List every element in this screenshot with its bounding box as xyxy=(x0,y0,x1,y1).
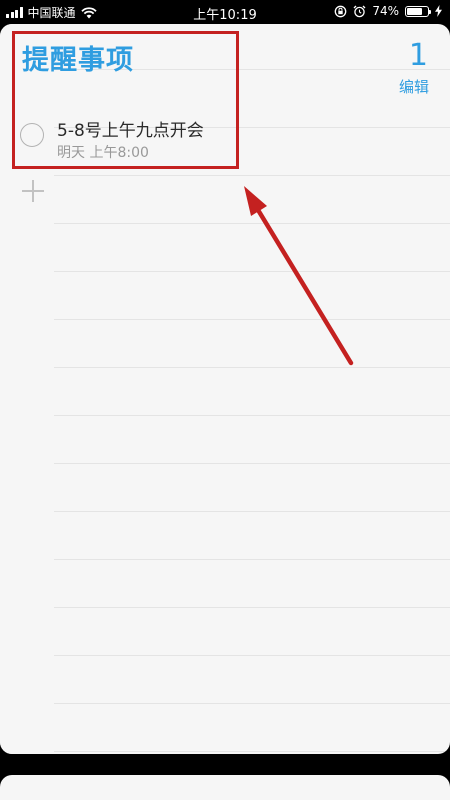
alarm-icon xyxy=(353,5,366,17)
screen: 中国联通 上午10:19 74% 提醒事项 1 编辑 5-8号上午九点开会 明天… xyxy=(0,0,450,800)
charging-icon xyxy=(435,5,442,17)
next-list-card[interactable] xyxy=(0,775,450,800)
plus-icon[interactable] xyxy=(22,180,44,202)
battery-level xyxy=(407,7,422,15)
status-right: 74% xyxy=(334,4,442,18)
edit-button[interactable]: 编辑 xyxy=(399,76,429,97)
battery-percent: 74% xyxy=(372,4,399,18)
battery-icon xyxy=(405,5,431,17)
reminder-count: 1 xyxy=(408,38,428,73)
status-bar: 中国联通 上午10:19 74% xyxy=(0,0,450,24)
annotation-highlight-box xyxy=(12,31,239,169)
rotation-lock-icon xyxy=(334,5,347,17)
